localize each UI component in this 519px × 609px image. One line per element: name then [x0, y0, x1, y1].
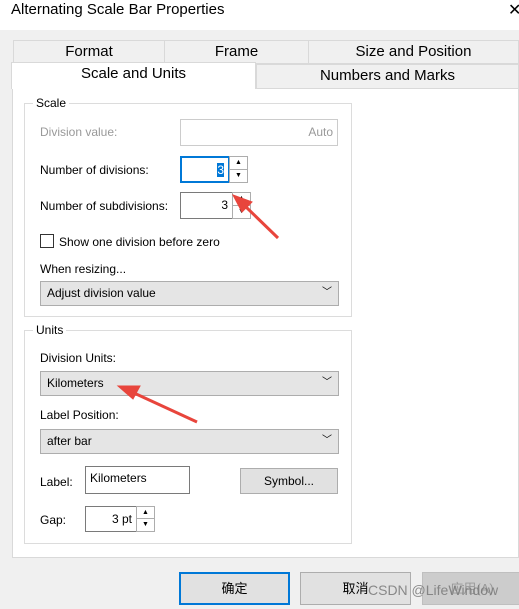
tab-scale-and-units[interactable]: Scale and Units — [11, 62, 256, 89]
annotation-arrows — [116, 194, 280, 424]
arrow-to-division-units — [133, 391, 198, 424]
arrow-to-subdivisions — [243, 204, 280, 240]
arrowhead — [116, 385, 141, 400]
